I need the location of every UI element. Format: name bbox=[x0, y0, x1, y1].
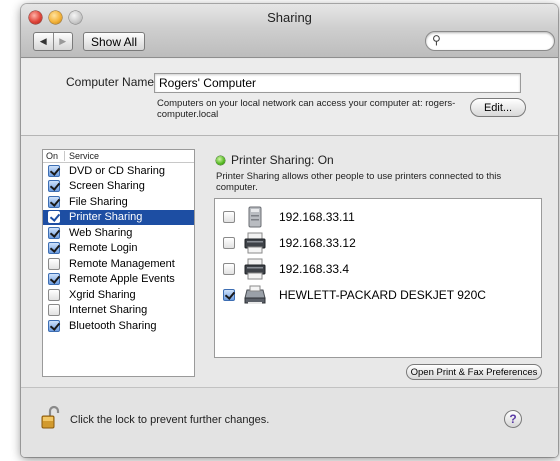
status-text: Printer Sharing: On bbox=[231, 153, 334, 167]
service-row[interactable]: DVD or CD Sharing bbox=[43, 163, 194, 179]
service-checkbox[interactable] bbox=[48, 319, 60, 332]
search-icon: ⚲ bbox=[432, 33, 441, 47]
service-label: Printer Sharing bbox=[69, 211, 143, 224]
service-label: Remote Apple Events bbox=[69, 273, 175, 286]
computer-address-note: Computers on your local network can acce… bbox=[157, 98, 456, 120]
service-checkbox[interactable] bbox=[48, 180, 60, 193]
main-pane: On Service DVD or CD Sharing Screen Shari… bbox=[21, 137, 558, 387]
search-field[interactable]: ⚲ bbox=[425, 31, 555, 51]
inkjet-printer-icon bbox=[244, 285, 266, 304]
status-line: Printer Sharing: On bbox=[216, 153, 334, 167]
edit-button[interactable]: Edit... bbox=[470, 98, 526, 117]
printer-row[interactable]: 192.168.33.12 bbox=[215, 230, 541, 256]
service-label: Web Sharing bbox=[69, 226, 133, 239]
column-header-service[interactable]: Service bbox=[65, 151, 99, 161]
printer-icon bbox=[244, 232, 266, 254]
back-forward-buttons: ◀ ▶ bbox=[33, 32, 73, 51]
printer-name: 192.168.33.4 bbox=[279, 262, 350, 276]
open-print-fax-preferences-button[interactable]: Open Print & Fax Preferences bbox=[406, 364, 542, 380]
column-header-on[interactable]: On bbox=[43, 151, 65, 161]
service-label: Bluetooth Sharing bbox=[69, 319, 157, 332]
printer-name: 192.168.33.11 bbox=[279, 210, 355, 224]
service-label: Remote Login bbox=[69, 242, 138, 255]
service-label: Internet Sharing bbox=[69, 304, 148, 317]
status-indicator-icon bbox=[216, 155, 225, 165]
service-row[interactable]: File Sharing bbox=[43, 194, 194, 210]
service-checkbox[interactable] bbox=[48, 164, 60, 177]
lock-icon[interactable] bbox=[41, 405, 61, 429]
service-row[interactable]: Internet Sharing bbox=[43, 303, 194, 319]
forward-arrow-icon[interactable]: ▶ bbox=[52, 33, 73, 50]
service-checkbox[interactable] bbox=[48, 257, 60, 270]
printer-share-checkbox[interactable] bbox=[223, 289, 235, 301]
service-label: Xgrid Sharing bbox=[69, 288, 136, 301]
service-list-header: On Service bbox=[43, 150, 194, 163]
window-title: Sharing bbox=[267, 10, 312, 25]
back-arrow-icon[interactable]: ◀ bbox=[34, 33, 53, 50]
service-label: DVD or CD Sharing bbox=[69, 164, 165, 177]
service-checkbox[interactable] bbox=[48, 242, 60, 255]
printer-row[interactable]: 192.168.33.11 bbox=[215, 204, 541, 230]
printer-row[interactable]: 192.168.33.4 bbox=[215, 256, 541, 282]
printer-share-checkbox[interactable] bbox=[223, 211, 235, 223]
printer-icon bbox=[244, 258, 266, 280]
footer: Click the lock to prevent further change… bbox=[21, 387, 558, 457]
service-checkbox[interactable] bbox=[48, 226, 60, 239]
service-row[interactable]: Printer Sharing bbox=[43, 209, 194, 225]
service-row[interactable]: Remote Login bbox=[43, 241, 194, 257]
computer-name-label: Computer Name: bbox=[66, 75, 158, 89]
service-row[interactable]: Bluetooth Sharing bbox=[43, 318, 194, 334]
status-description: Printer Sharing allows other people to u… bbox=[216, 171, 502, 193]
printer-share-checkbox[interactable] bbox=[223, 237, 235, 249]
service-checkbox[interactable] bbox=[48, 195, 60, 208]
lock-message: Click the lock to prevent further change… bbox=[70, 414, 270, 426]
service-checkbox[interactable] bbox=[48, 288, 60, 301]
service-label: Remote Management bbox=[69, 257, 175, 270]
service-row[interactable]: Web Sharing bbox=[43, 225, 194, 241]
computer-name-input[interactable]: Rogers' Computer bbox=[154, 73, 521, 93]
show-all-button[interactable]: Show All bbox=[83, 32, 145, 51]
printer-list: 192.168.33.11 192.168.33.12 192.168.33.4 HE… bbox=[214, 198, 542, 358]
service-row[interactable]: Remote Apple Events bbox=[43, 272, 194, 288]
tower-printer-icon bbox=[248, 206, 262, 228]
service-label: File Sharing bbox=[69, 195, 128, 208]
printer-name: HEWLETT-PACKARD DESKJET 920C bbox=[279, 288, 486, 302]
service-row[interactable]: Screen Sharing bbox=[43, 179, 194, 195]
printer-name: 192.168.33.12 bbox=[279, 236, 356, 250]
service-checkbox[interactable] bbox=[48, 211, 60, 224]
printer-share-checkbox[interactable] bbox=[223, 263, 235, 275]
sharing-window: Sharing ◀ ▶ Show All ⚲ Computer Name: Ro… bbox=[21, 4, 558, 457]
service-checkbox[interactable] bbox=[48, 304, 60, 317]
printer-row[interactable]: HEWLETT-PACKARD DESKJET 920C bbox=[215, 282, 541, 308]
help-button[interactable]: ? bbox=[504, 410, 522, 428]
service-checkbox[interactable] bbox=[48, 273, 60, 286]
service-label: Screen Sharing bbox=[69, 180, 145, 193]
service-list: On Service DVD or CD Sharing Screen Shari… bbox=[42, 149, 195, 377]
service-row[interactable]: Xgrid Sharing bbox=[43, 287, 194, 303]
computer-name-section: Computer Name: Rogers' Computer Computer… bbox=[21, 59, 558, 136]
service-row[interactable]: Remote Management bbox=[43, 256, 194, 272]
title-bar: Sharing ◀ ▶ Show All ⚲ bbox=[21, 4, 558, 58]
